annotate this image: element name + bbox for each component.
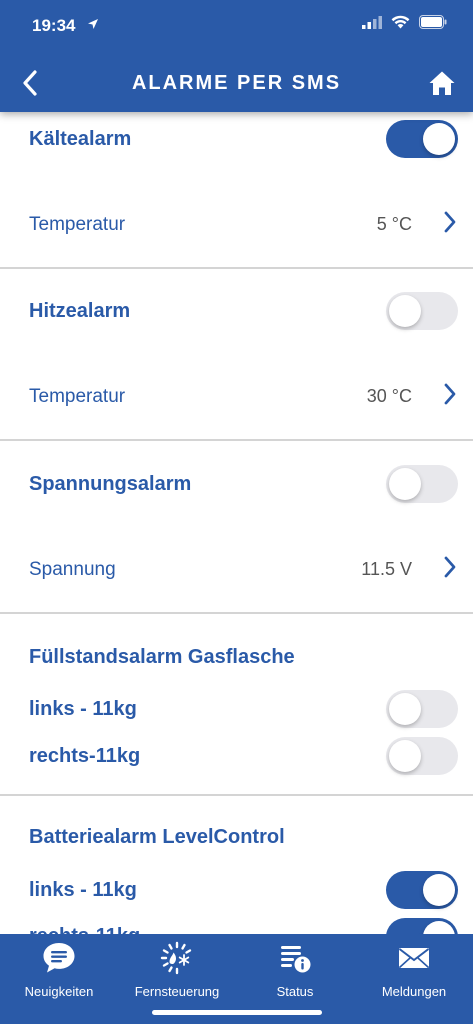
- cellular-signal-icon: [362, 15, 382, 29]
- fuellstandsalarm-right-label: rechts-11kg: [29, 745, 141, 767]
- fuellstandsalarm-left-label: links - 11kg: [29, 698, 137, 720]
- spannungsalarm-voltage-value: 11.5 V: [361, 559, 412, 579]
- tab-neuigkeiten[interactable]: Neuigkeiten: [0, 934, 118, 1004]
- home-indicator: [152, 1010, 322, 1015]
- kaeltealarm-toggle[interactable]: [386, 120, 458, 158]
- hitzealarm-toggle[interactable]: [386, 292, 458, 330]
- tab-fernsteuerung[interactable]: Fernsteuerung: [118, 934, 236, 1004]
- tab-meldungen[interactable]: Meldungen: [355, 934, 473, 1004]
- tab-status[interactable]: Status: [236, 934, 354, 1004]
- spannungsalarm-title: Spannungsalarm: [29, 473, 192, 495]
- home-button[interactable]: [425, 66, 459, 100]
- tab-label: Status: [276, 984, 314, 999]
- tab-label: Meldungen: [381, 984, 447, 999]
- envelope-icon: [398, 948, 430, 969]
- kaeltealarm-temperature-row[interactable]: Temperatur 5 °C: [0, 190, 473, 260]
- home-icon: [429, 71, 455, 95]
- content-area: Kältealarm Temperatur 5 °C Hitzealarm Te…: [0, 112, 473, 934]
- hitzealarm-temperature-row[interactable]: Temperatur 30 °C: [0, 362, 473, 432]
- batteriealarm-right-toggle[interactable]: [386, 918, 458, 934]
- spannungsalarm-voltage-row[interactable]: Spannung 11.5 V: [0, 535, 473, 605]
- batteriealarm-right-label: rechts-11kg: [29, 925, 140, 934]
- chevron-right-icon: [444, 383, 456, 405]
- batteriealarm-title: Batteriealarm LevelControl: [29, 826, 285, 848]
- divider: [0, 612, 473, 614]
- kaeltealarm-temperature-label: Temperatur: [29, 214, 126, 235]
- chevron-right-icon: [444, 556, 456, 578]
- top-bar: 19:34 ALARME PER SMS: [0, 0, 473, 112]
- tab-label: Fernsteuerung: [134, 984, 220, 999]
- batteriealarm-left-toggle[interactable]: [386, 871, 458, 909]
- status-icons: [362, 15, 447, 29]
- kaeltealarm-temperature-value: 5 °C: [376, 214, 412, 234]
- divider: [0, 439, 473, 441]
- status-time: 19:34: [32, 16, 76, 35]
- hitzealarm-title: Hitzealarm: [29, 300, 131, 322]
- battery-icon: [419, 15, 447, 29]
- spannungsalarm-voltage-label: Spannung: [29, 559, 116, 580]
- divider: [0, 794, 473, 796]
- divider: [0, 267, 473, 269]
- location-arrow-icon: [88, 19, 98, 29]
- tab-label: Neuigkeiten: [24, 984, 94, 999]
- chat-bubble-icon: [43, 943, 75, 973]
- chevron-right-icon: [444, 211, 456, 233]
- spannungsalarm-toggle[interactable]: [386, 465, 458, 503]
- fuellstandsalarm-title: Füllstandsalarm Gasflasche: [29, 646, 295, 668]
- hitzealarm-temperature-label: Temperatur: [29, 386, 126, 407]
- remote-control-icon: [160, 941, 192, 975]
- batteriealarm-left-label: links - 11kg: [29, 879, 137, 901]
- hitzealarm-temperature-value: 30 °C: [366, 386, 412, 406]
- kaeltealarm-title: Kältealarm: [29, 128, 132, 150]
- page-title: ALARME PER SMS: [131, 72, 342, 94]
- status-info-icon: [281, 946, 311, 973]
- fuellstandsalarm-left-toggle[interactable]: [386, 690, 458, 728]
- fuellstandsalarm-right-toggle[interactable]: [386, 737, 458, 775]
- wifi-icon: [391, 15, 410, 29]
